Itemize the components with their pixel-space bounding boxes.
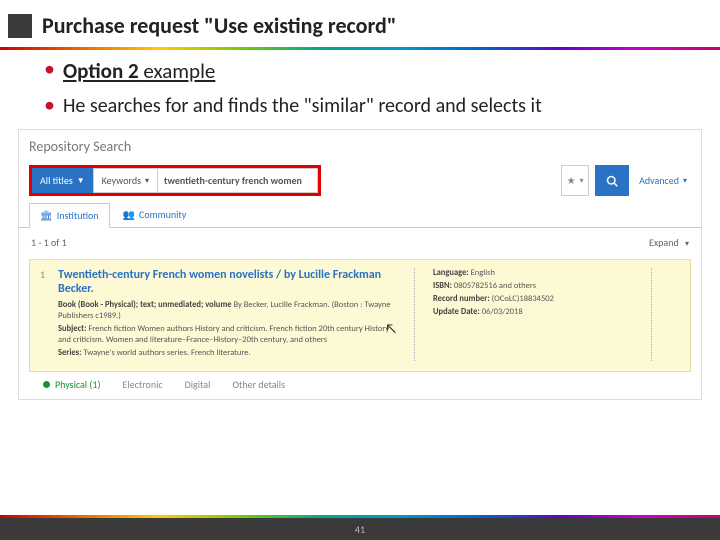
search-result[interactable]: 1 Twentieth-century French women novelis… — [29, 259, 691, 372]
search-button[interactable] — [595, 165, 629, 196]
content-area: • Option 2 example • He searches for and… — [0, 52, 720, 119]
search-input[interactable]: twentieth-century french women — [158, 168, 318, 193]
available-dot-icon — [43, 381, 50, 388]
caret-down-icon: ▾ — [683, 176, 687, 186]
result-isbn: ISBN: 0805782516 and others — [433, 281, 633, 292]
bullet-dot-icon: • — [44, 58, 55, 80]
tab-community[interactable]: 👥 Community — [112, 202, 198, 227]
column-divider — [651, 268, 652, 361]
bullet-2: • He searches for and finds the "similar… — [44, 94, 692, 119]
bullet-1-example: example — [139, 58, 216, 84]
results-count-row: 1 - 1 of 1 Expand ▾ — [19, 228, 701, 257]
format-electronic[interactable]: Electronic — [123, 378, 163, 391]
bullet-1-option: Option 2 — [63, 58, 139, 84]
slide-title: Purchase request "Use existing record" — [42, 12, 396, 39]
title-row: Purchase request "Use existing record" — [0, 0, 720, 47]
series-value: Twayne's world authors series. French li… — [81, 348, 250, 358]
upd-label: Update Date: — [433, 307, 480, 317]
favorite-button[interactable]: ★▾ — [561, 165, 589, 196]
subject-value: French fiction Women authors History and… — [58, 324, 389, 345]
result-actions-col — [670, 268, 680, 361]
format-physical[interactable]: Physical (1) — [43, 378, 101, 391]
isbn-value: 0805782516 and others — [452, 281, 536, 291]
source-tabs: 🏛 Institution 👥 Community — [19, 202, 701, 228]
format-other[interactable]: Other details — [232, 378, 285, 391]
result-body: Twentieth-century French women novelists… — [58, 268, 680, 361]
institution-icon: 🏛 — [40, 209, 53, 222]
column-divider — [414, 268, 415, 361]
bullet-2-text: He searches for and finds the "similar" … — [63, 94, 542, 119]
slide-footer: 41 — [0, 518, 720, 540]
result-book: Book (Book - Physical); text; unmediated… — [58, 300, 396, 322]
rainbow-divider — [0, 47, 720, 50]
search-icon — [606, 175, 618, 187]
format-row: Physical (1) Electronic Digital Other de… — [19, 372, 701, 399]
isbn-label: ISBN: — [433, 281, 452, 291]
caret-down-icon: ▾ — [580, 176, 584, 186]
book-label: Book (Book - Physical); text; unmediated… — [58, 300, 232, 310]
advanced-link[interactable]: Advanced ▾ — [635, 165, 691, 196]
recno-value: (OCoLC)18834502 — [490, 294, 554, 304]
bullet-1: • Option 2 example — [44, 58, 692, 84]
lang-value: English — [469, 268, 495, 278]
field-dropdown-label: Keywords — [102, 174, 141, 187]
caret-down-icon: ▾ — [685, 239, 689, 249]
red-highlight-box: All titles ▼ Keywords ▾ twentieth-centur… — [29, 165, 321, 196]
result-right-col: Language: English ISBN: 0805782516 and o… — [433, 268, 633, 361]
scope-dropdown[interactable]: All titles ▼ — [32, 168, 93, 193]
tab-community-label: Community — [139, 208, 186, 221]
lang-label: Language: — [433, 268, 469, 278]
scope-dropdown-label: All titles — [40, 174, 73, 187]
page-number: 41 — [355, 523, 365, 536]
repo-search-heading: Repository Search — [19, 130, 701, 161]
title-accent-block — [8, 14, 32, 38]
upd-value: 06/03/2018 — [480, 307, 523, 317]
cursor-icon: ↖ — [385, 320, 397, 337]
format-physical-label: Physical (1) — [55, 378, 101, 391]
result-left-col: Twentieth-century French women novelists… — [58, 268, 396, 361]
bullet-dot-icon: • — [44, 94, 55, 116]
community-icon: 👥 — [123, 208, 135, 221]
slide: Purchase request "Use existing record" •… — [0, 0, 720, 540]
result-title[interactable]: Twentieth-century French women novelists… — [58, 268, 396, 296]
expand-link[interactable]: Expand ▾ — [649, 236, 689, 249]
caret-down-icon: ▼ — [77, 176, 85, 186]
recno-label: Record number: — [433, 294, 490, 304]
bullet-1-text: Option 2 example — [63, 58, 215, 84]
result-number: 1 — [40, 268, 50, 361]
result-record-number: Record number: (OCoLC)18834502 — [433, 294, 633, 305]
caret-down-icon: ▾ — [145, 176, 149, 186]
result-subject: Subject: French fiction Women authors Hi… — [58, 324, 396, 346]
tab-institution[interactable]: 🏛 Institution — [29, 203, 110, 228]
field-dropdown[interactable]: Keywords ▾ — [93, 168, 158, 193]
tab-institution-label: Institution — [57, 209, 99, 222]
format-digital[interactable]: Digital — [185, 378, 211, 391]
results-count: 1 - 1 of 1 — [31, 236, 67, 249]
result-series: Series: Twayne's world authors series. F… — [58, 348, 396, 359]
embedded-screenshot: Repository Search All titles ▼ Keywords … — [18, 129, 702, 400]
result-update-date: Update Date: 06/03/2018 — [433, 307, 633, 318]
subject-label: Subject: — [58, 324, 86, 334]
search-row: All titles ▼ Keywords ▾ twentieth-centur… — [19, 161, 701, 202]
series-label: Series: — [58, 348, 81, 358]
expand-label: Expand — [649, 236, 679, 249]
star-icon: ★ — [567, 174, 576, 187]
spacer — [327, 165, 555, 196]
result-language: Language: English — [433, 268, 633, 279]
advanced-label: Advanced — [639, 174, 679, 187]
